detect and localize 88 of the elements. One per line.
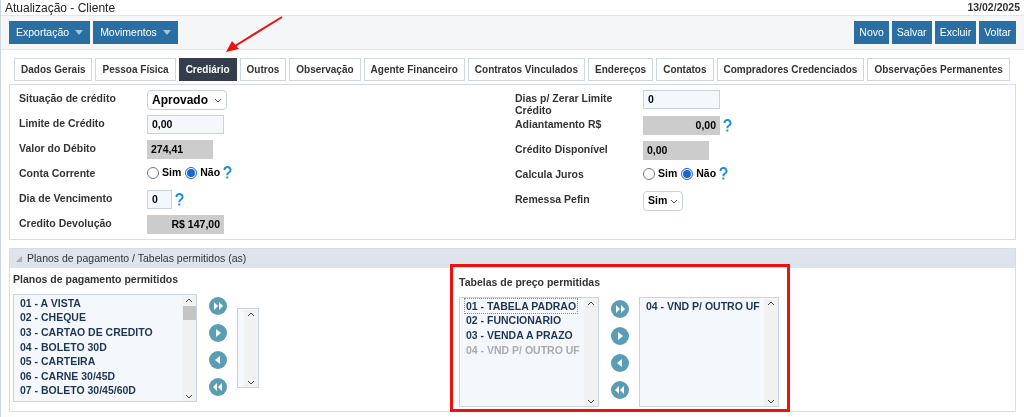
field-label: Adiantamento R$ — [515, 117, 603, 130]
caret-icon — [75, 30, 84, 35]
list-box[interactable]: 04 - VND P/ OUTRO UF — [639, 296, 779, 407]
move-right-button[interactable] — [209, 323, 227, 342]
input-field[interactable]: 0 — [643, 90, 720, 109]
move-all-left-button[interactable] — [611, 380, 629, 399]
scrollbar-thumb[interactable] — [182, 306, 196, 321]
tab[interactable]: Contatos — [656, 58, 714, 81]
list-box[interactable]: 01 - A VISTA 02 - CHEQUE 03 - CARTAO DE CREDITO 04 - BOLETO 30D 05 - CARTEIRA 06 - CARNE 30/45D 07 - BOLETO 30/45/60D — [13, 293, 197, 402]
field-label: Valor do Débito — [19, 141, 97, 154]
select-field[interactable]: Sim — [643, 191, 683, 211]
tab[interactable]: Dados Gerais — [14, 58, 93, 81]
tab[interactable]: Observações Permanentes — [867, 58, 1010, 81]
scroll-up-icon[interactable] — [587, 300, 595, 306]
caret-icon — [162, 30, 171, 35]
help-icon[interactable] — [223, 166, 233, 180]
readonly-field: R$ 147,00 — [147, 215, 224, 234]
list-item[interactable]: 05 - CARTEIRA — [19, 354, 97, 369]
field-label: Remessa Pefin — [515, 192, 591, 205]
scroll-down-icon[interactable] — [185, 393, 193, 399]
list-item[interactable]: 03 - CARTAO DE CREDITO — [19, 324, 154, 340]
annotation-arrow — [225, 16, 285, 54]
credit-status-select[interactable]: Aprovado — [147, 90, 227, 110]
tab[interactable]: Contratos Vinculados — [467, 58, 585, 81]
list-item[interactable]: 01 - A VISTA — [19, 295, 82, 311]
radio-label: Sim — [162, 165, 182, 180]
field-label: Conta Corrente — [19, 166, 97, 179]
help-icon[interactable] — [719, 167, 729, 181]
date-label: 13/02/2025 — [967, 0, 1020, 15]
action-button[interactable]: Excluir — [934, 21, 977, 44]
field-label: Calcula Juros — [515, 167, 585, 180]
radio-label: Não — [200, 165, 221, 180]
input-field[interactable]: 0,00 — [147, 115, 224, 134]
readonly-field: 0,00 — [643, 116, 720, 135]
scroll-up-icon[interactable] — [767, 300, 775, 306]
radio-button[interactable] — [147, 166, 159, 179]
field-label: Limite de Crédito — [19, 116, 106, 129]
list-item[interactable]: 04 - BOLETO 30D — [19, 339, 108, 355]
tab[interactable]: Crediário — [178, 58, 237, 81]
field-label: Dias p/ Zerar Limite Crédito — [515, 91, 614, 116]
field-label: Situação de crédito — [19, 91, 117, 104]
field-label: Credito Devolução — [19, 216, 113, 229]
action-button[interactable]: Salvar — [891, 21, 932, 44]
move-all-right-button[interactable] — [209, 296, 227, 315]
action-button[interactable]: Voltar — [979, 21, 1016, 44]
tab[interactable]: Endereços — [588, 58, 654, 81]
chevron-icon — [214, 97, 222, 103]
radio-button[interactable] — [643, 167, 655, 180]
readonly-field: 274,41 — [147, 140, 213, 159]
readonly-field: 0,00 — [643, 141, 709, 160]
collapse-triangle-icon — [16, 255, 22, 262]
action-button[interactable]: Novo — [854, 21, 889, 44]
field-label: Dia de Vencimento — [19, 191, 114, 204]
scroll-up-icon[interactable] — [247, 311, 255, 317]
list-title: Tabelas de preço permitidas — [459, 275, 602, 290]
list-title: Planos de pagamento permitidos — [13, 272, 180, 287]
scroll-down-icon[interactable] — [767, 398, 775, 404]
chevron-icon — [670, 198, 678, 204]
help-icon[interactable] — [175, 193, 184, 206]
section-header[interactable]: Planos de pagamento / Tabelas permitidos (as) — [10, 249, 1015, 268]
radio-label: Sim — [658, 166, 678, 181]
tab[interactable]: Agente Financeiro — [363, 58, 465, 81]
radio-label: Não — [696, 166, 717, 181]
scroll-up-icon[interactable] — [185, 297, 193, 303]
tab[interactable]: Outros — [239, 58, 287, 81]
list-item[interactable]: 02 - FUNCIONARIO — [465, 313, 563, 328]
list-item[interactable]: 03 - VENDA A PRAZO — [465, 327, 574, 343]
field-label: Crédito Disponível — [515, 142, 609, 155]
move-left-button[interactable] — [611, 353, 629, 372]
list-item[interactable]: 01 - TABELA PADRAO — [465, 298, 578, 314]
list-item[interactable]: 06 - CARNE 30/45D — [19, 368, 117, 384]
move-left-button[interactable] — [209, 350, 227, 369]
menu-button[interactable]: Movimentos — [93, 21, 178, 44]
tab[interactable]: Pessoa Física — [95, 58, 176, 81]
tab[interactable]: Compradores Credenciados — [716, 58, 865, 81]
input-field[interactable]: 0 — [147, 190, 172, 209]
list-item[interactable]: 04 - VND P/ OUTRO UF — [645, 298, 761, 314]
move-all-right-button[interactable] — [611, 299, 629, 318]
move-all-left-button[interactable] — [209, 377, 227, 396]
move-right-button[interactable] — [611, 326, 629, 345]
window-title: Atualização - Cliente — [5, 0, 116, 17]
list-item[interactable]: 02 - CHEQUE — [19, 310, 87, 325]
list-item[interactable]: 07 - BOLETO 30/45/60D — [19, 383, 137, 398]
menu-button[interactable]: Exportação — [9, 21, 91, 44]
help-icon[interactable] — [723, 119, 732, 132]
tab[interactable]: Observação — [289, 58, 361, 81]
scroll-down-icon[interactable] — [247, 379, 255, 385]
scroll-down-icon[interactable] — [587, 398, 595, 404]
